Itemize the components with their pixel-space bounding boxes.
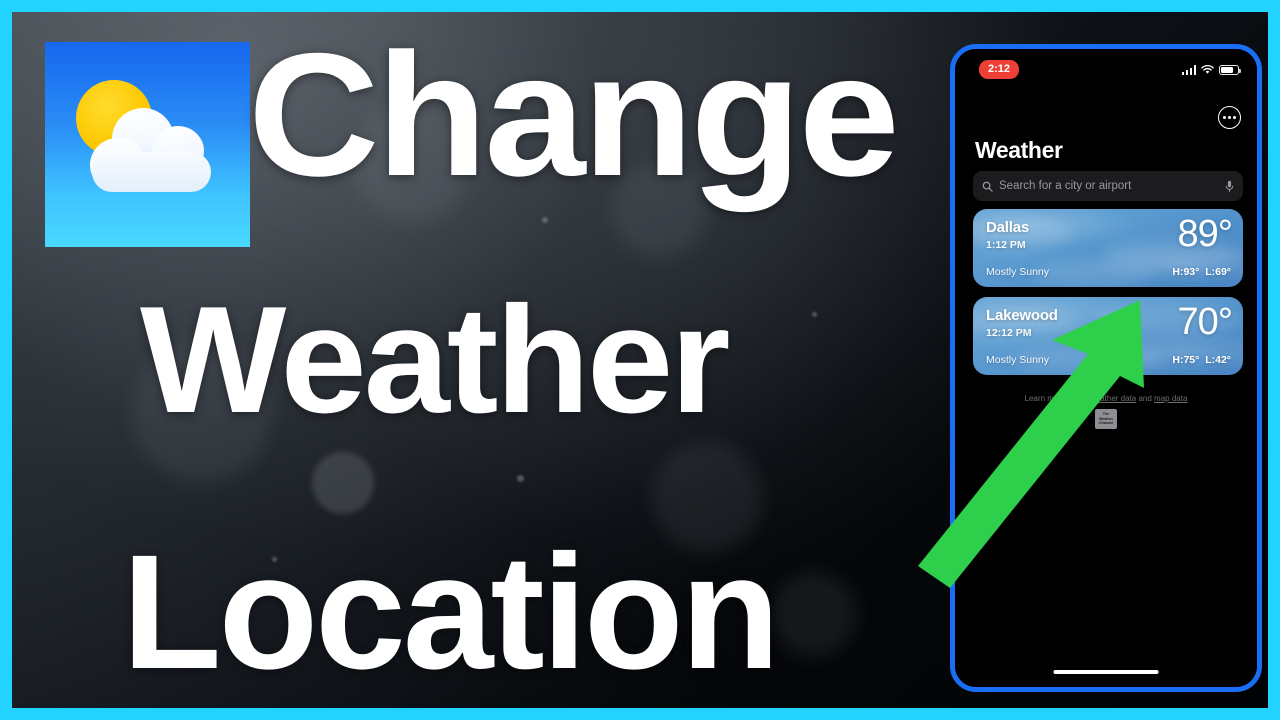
city-card-dallas[interactable]: Dallas 1:12 PM Mostly Sunny 89° H:93° L:… xyxy=(973,209,1243,287)
city-card-lakewood[interactable]: Lakewood 12:12 PM Mostly Sunny 70° H:75°… xyxy=(973,297,1243,375)
card-condition: Mostly Sunny xyxy=(986,354,1050,366)
page-title: Weather xyxy=(975,137,1063,163)
home-indicator xyxy=(1053,670,1159,674)
card-high: H:93° xyxy=(1172,266,1200,278)
city-card-list: Dallas 1:12 PM Mostly Sunny 89° H:93° L:… xyxy=(973,209,1243,385)
wifi-icon xyxy=(1201,65,1214,74)
bokeh-dot xyxy=(542,217,548,223)
weather-channel-logo: The Weather Channel xyxy=(1095,409,1117,429)
card-high-low: H:75° L:42° xyxy=(1172,354,1231,366)
status-icons xyxy=(1181,65,1242,75)
microphone-icon[interactable] xyxy=(1225,180,1234,193)
phone-screen: 2:12 Weather Search for a city or airpor… xyxy=(955,49,1257,687)
logo-line-3: Channel xyxy=(1098,421,1114,426)
cloud-icon xyxy=(90,104,213,192)
card-temperature: 70° xyxy=(1177,301,1233,343)
search-icon xyxy=(982,181,993,192)
bokeh-dot xyxy=(517,475,524,482)
map-data-link[interactable]: map data xyxy=(1154,394,1187,403)
card-temperature: 89° xyxy=(1177,213,1233,255)
card-city-name: Dallas xyxy=(986,219,1029,236)
bokeh-dot xyxy=(132,342,272,482)
phone-mockup: 2:12 Weather Search for a city or airpor… xyxy=(950,44,1262,692)
screenshot-root: Change Weather Location 2:12 Weather Sea… xyxy=(0,0,1280,720)
bokeh-dot xyxy=(652,442,762,552)
cellular-signal-icon xyxy=(1181,65,1196,75)
search-input[interactable]: Search for a city or airport xyxy=(973,171,1243,201)
search-placeholder: Search for a city or airport xyxy=(999,180,1132,192)
weather-data-link[interactable]: weather data xyxy=(1090,394,1136,403)
card-condition: Mostly Sunny xyxy=(986,266,1050,278)
weather-app-icon xyxy=(45,42,250,247)
footer-attribution: Learn more about weather data and map da… xyxy=(955,393,1257,404)
more-options-button[interactable] xyxy=(1218,106,1241,129)
card-high-low: H:93° L:69° xyxy=(1172,266,1231,278)
card-local-time: 12:12 PM xyxy=(986,327,1032,339)
bokeh-dot xyxy=(772,572,857,657)
thumbnail-canvas: Change Weather Location 2:12 Weather Sea… xyxy=(12,12,1268,708)
footer-lead: Learn more about xyxy=(1024,394,1090,403)
card-city-name: Lakewood xyxy=(986,307,1058,324)
card-low: L:42° xyxy=(1205,354,1231,366)
bokeh-dot xyxy=(312,452,374,514)
card-high: H:75° xyxy=(1172,354,1200,366)
card-low: L:69° xyxy=(1205,266,1231,278)
status-bar: 2:12 xyxy=(955,49,1257,85)
bokeh-dot xyxy=(352,102,472,222)
battery-icon xyxy=(1219,65,1242,75)
bokeh-dot xyxy=(812,312,817,317)
bokeh-dot xyxy=(612,162,707,257)
card-local-time: 1:12 PM xyxy=(986,239,1026,251)
bokeh-dot xyxy=(272,557,277,562)
footer-middle: and xyxy=(1136,394,1155,403)
status-time-pill: 2:12 xyxy=(979,60,1020,79)
